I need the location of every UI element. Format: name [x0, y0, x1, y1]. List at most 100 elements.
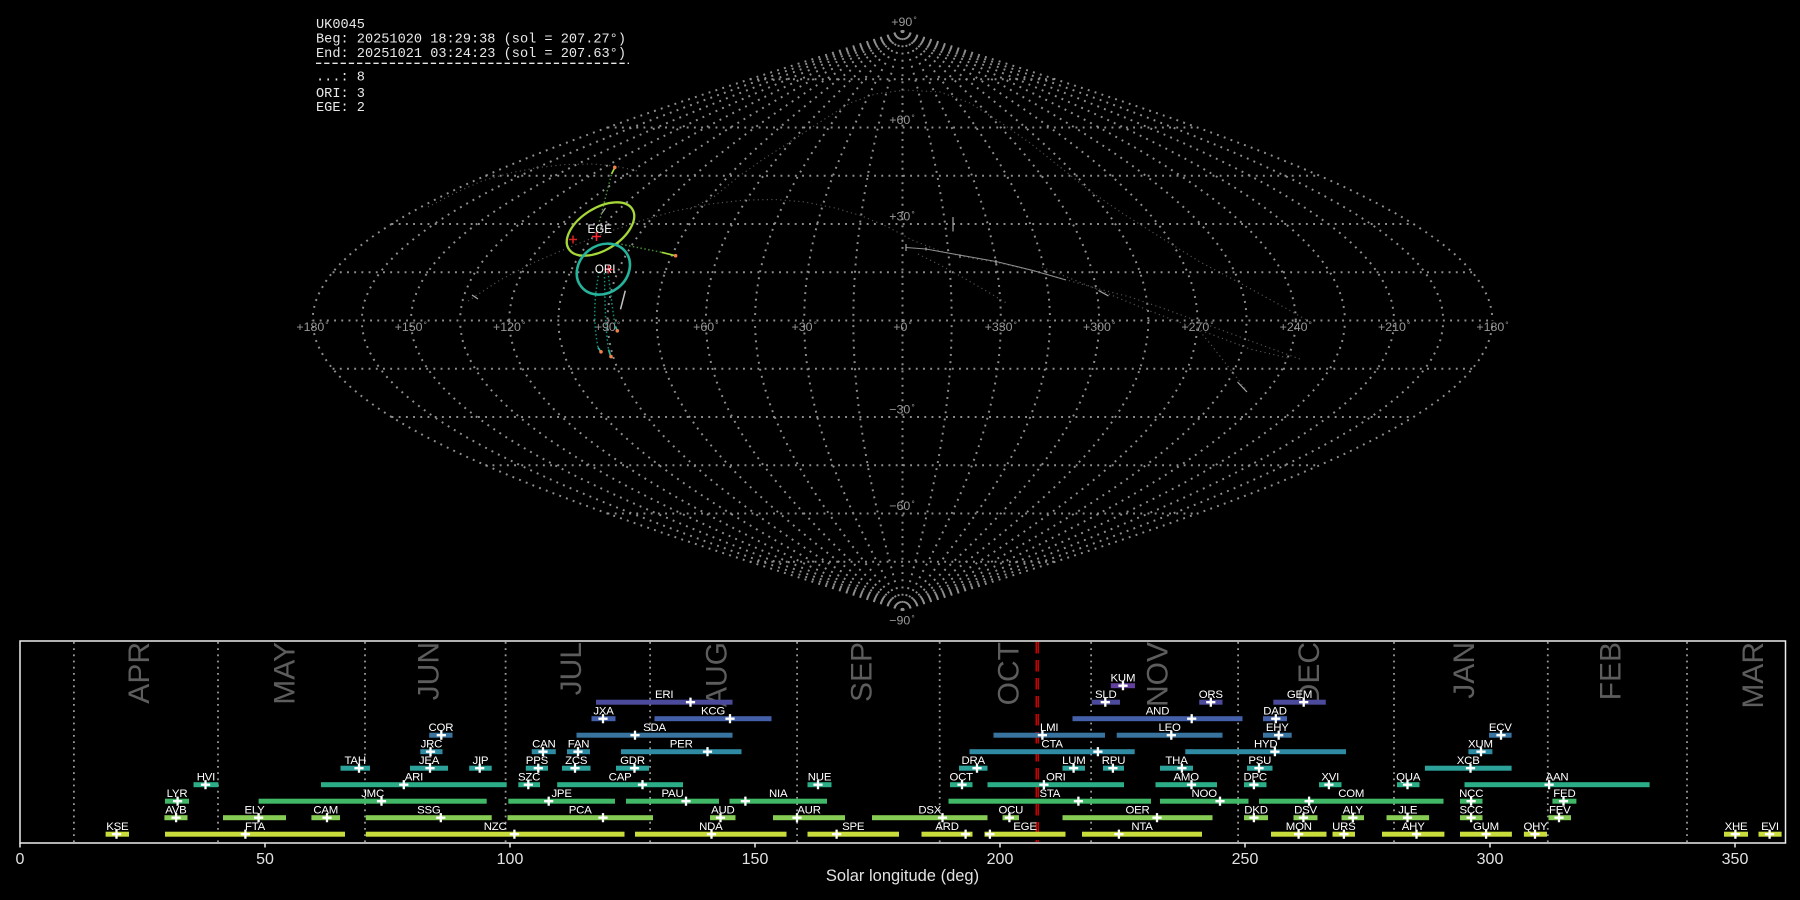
svg-text:SEP: SEP [845, 642, 878, 702]
svg-text:NCC: NCC [1459, 788, 1483, 800]
svg-text:ARD: ARD [935, 821, 958, 833]
svg-text:ECV: ECV [1489, 722, 1512, 734]
svg-text:AHY: AHY [1402, 821, 1425, 833]
svg-text:350: 350 [1722, 851, 1749, 868]
svg-text:JLE: JLE [1398, 805, 1418, 817]
svg-text:DSX: DSX [918, 805, 941, 817]
svg-text:ORI: ORI [1046, 772, 1066, 784]
svg-text:CAM: CAM [313, 805, 338, 817]
svg-text:250: 250 [1232, 851, 1259, 868]
svg-text:JPE: JPE [551, 788, 572, 800]
svg-text:ORI: 3: ORI: 3 [316, 87, 365, 102]
svg-text:FED: FED [1553, 788, 1575, 800]
svg-text:PCA: PCA [569, 805, 592, 817]
svg-text:EVI: EVI [1761, 821, 1779, 833]
svg-text:OCT: OCT [949, 772, 973, 784]
svg-text:JMC: JMC [361, 788, 384, 800]
svg-text:NIA: NIA [769, 788, 788, 800]
svg-text:AVB: AVB [165, 805, 186, 817]
svg-text:CAN: CAN [532, 739, 555, 751]
svg-text:JIP: JIP [472, 755, 488, 767]
svg-text:100: 100 [497, 851, 524, 868]
svg-text:SLD: SLD [1095, 689, 1117, 701]
svg-text:HVI: HVI [197, 772, 215, 784]
svg-text:SDA: SDA [643, 722, 666, 734]
svg-text:DRA: DRA [961, 755, 985, 767]
svg-text:NOO: NOO [1192, 788, 1218, 800]
svg-text:JXA: JXA [593, 706, 614, 718]
svg-text:LUM: LUM [1062, 755, 1085, 767]
svg-text:XVI: XVI [1321, 772, 1339, 784]
svg-text:JUN: JUN [412, 642, 445, 700]
svg-text:AAN: AAN [1546, 772, 1569, 784]
svg-text:+180°: +180° [296, 320, 328, 335]
svg-text:QHY: QHY [1523, 821, 1548, 833]
svg-text:DAD: DAD [1263, 706, 1286, 718]
svg-text:End: 20251021 03:24:23 (sol =: End: 20251021 03:24:23 (sol = 207.63°) [316, 47, 626, 62]
svg-text:FTA: FTA [245, 821, 266, 833]
svg-text:200: 200 [987, 851, 1014, 868]
svg-text:JAN: JAN [1448, 642, 1481, 699]
svg-text:CAP: CAP [609, 772, 632, 784]
svg-text:COR: COR [429, 722, 454, 734]
svg-text:XCB: XCB [1457, 755, 1480, 767]
svg-text:GUM: GUM [1473, 821, 1499, 833]
svg-text:LYR: LYR [167, 788, 188, 800]
svg-text:XUM: XUM [1468, 739, 1493, 751]
svg-text:ZCS: ZCS [565, 755, 588, 767]
svg-text:QUA: QUA [1396, 772, 1421, 784]
svg-text:CTA: CTA [1041, 739, 1063, 751]
svg-text:JRC: JRC [421, 739, 443, 751]
svg-text:AMO: AMO [1174, 772, 1200, 784]
svg-text:JUL: JUL [555, 642, 588, 695]
svg-text:ELY: ELY [244, 805, 265, 817]
svg-text:+240°: +240° [1280, 320, 1312, 335]
svg-text:JEA: JEA [419, 755, 440, 767]
svg-text:ORI: ORI [595, 263, 616, 276]
svg-text:THA: THA [1165, 755, 1188, 767]
svg-text:ERI: ERI [655, 689, 673, 701]
svg-text:0: 0 [16, 851, 25, 868]
svg-text:Solar longitude (deg): Solar longitude (deg) [826, 867, 979, 885]
svg-text:APR: APR [123, 642, 156, 704]
svg-text:HYD: HYD [1254, 739, 1277, 751]
svg-text:TAH: TAH [345, 755, 366, 767]
svg-text:XHE: XHE [1725, 821, 1748, 833]
svg-text:150: 150 [742, 851, 769, 868]
svg-text:ARI: ARI [405, 772, 423, 784]
svg-text:KUM: KUM [1111, 673, 1136, 685]
svg-text:GDR: GDR [620, 755, 645, 767]
svg-text:RPU: RPU [1102, 755, 1125, 767]
svg-text:SZC: SZC [518, 772, 540, 784]
svg-text:FEB: FEB [1594, 642, 1627, 700]
svg-text:LEO: LEO [1158, 722, 1181, 734]
svg-text:+180°: +180° [1476, 320, 1508, 335]
svg-text:...: 8: ...: 8 [316, 71, 365, 86]
svg-text:NOV: NOV [1142, 642, 1175, 707]
svg-text:NUE: NUE [808, 772, 832, 784]
svg-text:SCC: SCC [1459, 805, 1482, 817]
svg-text:EGE: EGE [1013, 821, 1037, 833]
svg-text:LMI: LMI [1040, 722, 1058, 734]
svg-text:ORS: ORS [1199, 689, 1224, 701]
svg-text:PSU: PSU [1248, 755, 1271, 767]
svg-text:MON: MON [1286, 821, 1312, 833]
svg-text:AUD: AUD [711, 805, 734, 817]
svg-text:KCG: KCG [701, 706, 725, 718]
svg-text:FAN: FAN [568, 739, 590, 751]
svg-text:50: 50 [256, 851, 274, 868]
svg-text:EHY: EHY [1266, 722, 1289, 734]
svg-text:OER: OER [1125, 805, 1149, 817]
svg-text:STA: STA [1039, 788, 1060, 800]
svg-text:NTA: NTA [1131, 821, 1153, 833]
svg-text:+330°: +330° [985, 320, 1017, 335]
svg-text:PER: PER [670, 739, 693, 751]
svg-text:DPC: DPC [1243, 772, 1266, 784]
svg-text:MAR: MAR [1737, 642, 1770, 709]
svg-text:NDA: NDA [699, 821, 723, 833]
svg-text:+300°: +300° [1083, 320, 1115, 335]
svg-text:URS: URS [1332, 821, 1356, 833]
svg-text:GEM: GEM [1287, 689, 1312, 701]
svg-text:+210°: +210° [1378, 320, 1410, 335]
svg-text:AND: AND [1146, 706, 1169, 718]
